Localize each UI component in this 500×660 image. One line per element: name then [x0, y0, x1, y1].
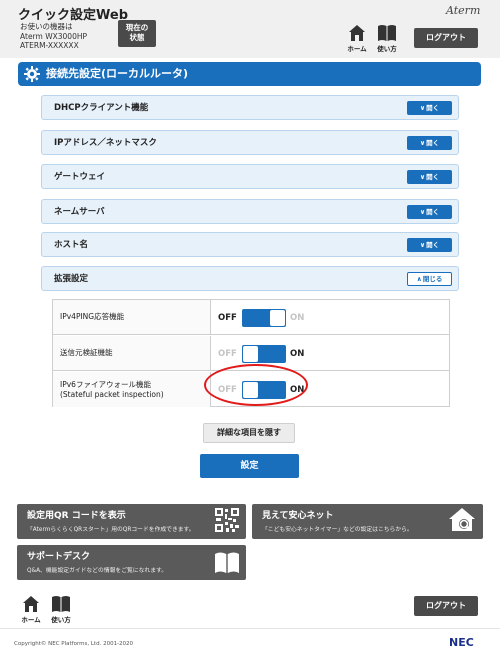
device-caption: お使いの機器は: [20, 22, 73, 31]
setting-label-subtext: (Stateful packet inspection): [60, 389, 164, 399]
accordion-name-server[interactable]: ネームサーバ ∨開く: [41, 199, 459, 224]
toggle-knob[interactable]: [270, 310, 285, 326]
support-desk-card[interactable]: サポートデスク Q&A、機能設定ガイドなどの情報をご覧になれます。: [17, 545, 246, 580]
footer-help-button[interactable]: 使い方: [47, 595, 75, 625]
home-icon: [23, 596, 39, 612]
qr-code-card[interactable]: 設定用QR コードを表示 「AtermらくらくQRスタート」用のQRコードを作成…: [17, 504, 246, 539]
expand-button-label: 開く: [426, 208, 440, 216]
setting-label-text: 送信元検証機能: [60, 348, 113, 357]
collapse-button[interactable]: ∧閉じる: [407, 272, 452, 286]
accordion-label: ホスト名: [54, 240, 89, 250]
setting-label: IPv6ファイアウォール機能 (Stateful packet inspecti…: [53, 372, 211, 407]
expand-button[interactable]: ∨開く: [407, 170, 452, 184]
source-verification-toggle[interactable]: OFF ON: [218, 345, 338, 363]
chevron-down-icon: ∨: [419, 104, 426, 112]
copyright: Copyright© NEC Platforms, Ltd. 2001-2020: [14, 641, 134, 647]
aterm-logo: Aterm: [446, 4, 481, 17]
gear-icon: [24, 66, 40, 82]
home-nav-button[interactable]: ホーム: [343, 24, 371, 54]
book-icon: [378, 25, 396, 41]
setting-label-text: IPv4PING応答機能: [60, 312, 125, 321]
toggle-track[interactable]: [242, 309, 286, 327]
apply-button[interactable]: 設定: [200, 454, 299, 478]
device-info: お使いの機器は Aterm WX3000HP ATERM-XXXXXX: [20, 22, 87, 51]
toggle-off-label: OFF: [218, 313, 237, 323]
highlight-annotation: [204, 364, 308, 406]
chevron-down-icon: ∨: [419, 208, 426, 216]
section-title: 接続先設定(ローカルルータ): [18, 62, 481, 86]
help-nav-button[interactable]: 使い方: [373, 24, 401, 54]
chevron-down-icon: ∨: [419, 241, 426, 249]
accordion-host-name[interactable]: ホスト名 ∨開く: [41, 232, 459, 257]
device-model: Aterm WX3000HP: [20, 31, 87, 41]
status-button-line2: 状態: [129, 33, 145, 42]
status-button-line1: 現在の: [125, 23, 149, 32]
accordion-advanced-settings[interactable]: 拡張設定 ∧閉じる: [41, 266, 459, 291]
ipv4-ping-toggle[interactable]: OFF ON: [218, 309, 338, 327]
toggle-track[interactable]: [242, 345, 286, 363]
expand-button-label: 開く: [426, 241, 440, 249]
footer-divider: [0, 628, 500, 629]
expand-button-label: 開く: [426, 104, 440, 112]
toggle-on-label: ON: [290, 313, 305, 323]
chevron-down-icon: ∨: [419, 139, 426, 147]
hide-details-button[interactable]: 詳細な項目を隠す: [203, 423, 295, 443]
house-search-icon: [449, 508, 475, 531]
setting-label: IPv4PING応答機能: [53, 300, 211, 334]
accordion-gateway[interactable]: ゲートウェイ ∨開く: [41, 164, 459, 189]
home-label: ホーム: [347, 45, 367, 53]
expand-button[interactable]: ∨開く: [407, 205, 452, 219]
expand-button-label: 開く: [426, 173, 440, 181]
accordion-label: 拡張設定: [54, 274, 89, 284]
current-status-button[interactable]: 現在の 状態: [118, 20, 156, 47]
accordion-label: ネームサーバ: [54, 207, 105, 217]
nec-logo: NEC: [449, 636, 474, 649]
safety-net-card[interactable]: 見えて安心ネット 「こども安心ネットタイマー」などの設定はこちらから。: [252, 504, 483, 539]
help-label: 使い方: [377, 45, 397, 53]
logout-button[interactable]: ログアウト: [414, 28, 478, 48]
device-name: ATERM-XXXXXX: [20, 41, 79, 50]
toggle-knob[interactable]: [243, 346, 258, 362]
book-icon: [52, 596, 70, 612]
toggle-off-label: OFF: [218, 349, 237, 359]
setting-row-ipv4-ping: IPv4PING応答機能 OFF ON: [53, 300, 449, 335]
footer-logout-button[interactable]: ログアウト: [414, 596, 478, 616]
expand-button[interactable]: ∨開く: [407, 101, 452, 115]
accordion-ip-netmask[interactable]: IPアドレス／ネットマスク ∨開く: [41, 130, 459, 155]
setting-label: 送信元検証機能: [53, 336, 211, 370]
help-label: 使い方: [51, 616, 71, 624]
collapse-button-label: 閉じる: [422, 275, 443, 283]
chevron-up-icon: ∧: [416, 275, 422, 283]
section-title-text: 接続先設定(ローカルルータ): [46, 67, 189, 80]
expand-button[interactable]: ∨開く: [407, 136, 452, 150]
home-label: ホーム: [21, 616, 41, 624]
home-icon: [349, 25, 365, 41]
accordion-dhcp-client[interactable]: DHCPクライアント機能 ∨開く: [41, 95, 459, 120]
book-icon: [215, 552, 239, 573]
accordion-label: IPアドレス／ネットマスク: [54, 138, 157, 148]
expand-button-label: 開く: [426, 139, 440, 147]
toggle-on-label: ON: [290, 349, 305, 359]
header: クイック設定Web お使いの機器は Aterm WX3000HP ATERM-X…: [0, 0, 500, 58]
expand-button[interactable]: ∨開く: [407, 238, 452, 252]
qr-code-icon: [214, 507, 240, 533]
accordion-label: ゲートウェイ: [54, 172, 106, 182]
app-title: クイック設定Web: [18, 8, 128, 23]
chevron-down-icon: ∨: [419, 173, 426, 181]
accordion-label: DHCPクライアント機能: [54, 103, 149, 113]
footer-home-button[interactable]: ホーム: [17, 595, 45, 625]
setting-label-text: IPv6ファイアウォール機能: [60, 379, 151, 389]
